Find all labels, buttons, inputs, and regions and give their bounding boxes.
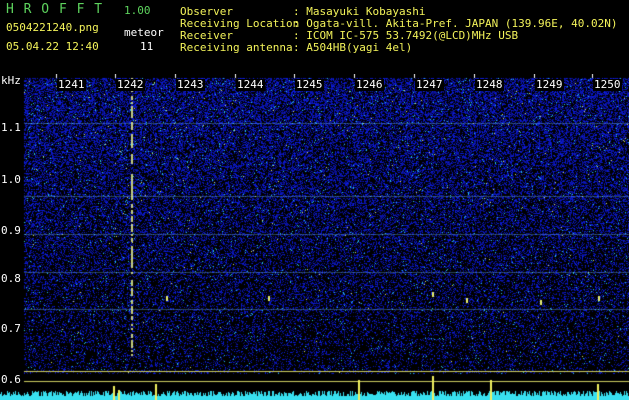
freq-tick-label: 0.7 xyxy=(1,322,21,335)
frequency-unit-label: kHz xyxy=(1,74,21,87)
minute-tick-label: 1244 xyxy=(236,78,265,91)
minute-tick-label: 1250 xyxy=(593,78,622,91)
meteor-label: meteor xyxy=(124,26,164,39)
freq-tick-label: 1.1 xyxy=(1,121,21,134)
antenna-label: Receiving antenna xyxy=(180,41,293,54)
minute-tick-label: 1249 xyxy=(535,78,564,91)
freq-tick-label: 0.9 xyxy=(1,224,21,237)
meteor-count: 11 xyxy=(140,40,154,53)
minute-tick-label: 1248 xyxy=(475,78,504,91)
minute-tick-label: 1241 xyxy=(57,78,86,91)
minute-tick-label: 1242 xyxy=(116,78,145,91)
file-datetime: 05.04.22 12:40 xyxy=(6,40,99,53)
antenna-value: : A504HB(yagi 4el) xyxy=(293,41,413,54)
minute-tick-label: 1243 xyxy=(176,78,205,91)
app-title: H R O F F T xyxy=(6,2,104,17)
spectrogram-plot xyxy=(0,74,629,400)
minute-tick-label: 1246 xyxy=(355,78,384,91)
freq-tick-label: 1.0 xyxy=(1,173,21,186)
minute-tick-label: 1245 xyxy=(295,78,324,91)
minute-tick-label: 1247 xyxy=(415,78,444,91)
freq-tick-label: 0.6 xyxy=(1,373,21,386)
file-name: 0504221240.png xyxy=(6,21,99,34)
freq-tick-label: 0.8 xyxy=(1,272,21,285)
app-version: 1.00 xyxy=(124,4,151,17)
header-panel: H R O F F T 1.00 0504221240.png meteor 0… xyxy=(0,0,629,74)
